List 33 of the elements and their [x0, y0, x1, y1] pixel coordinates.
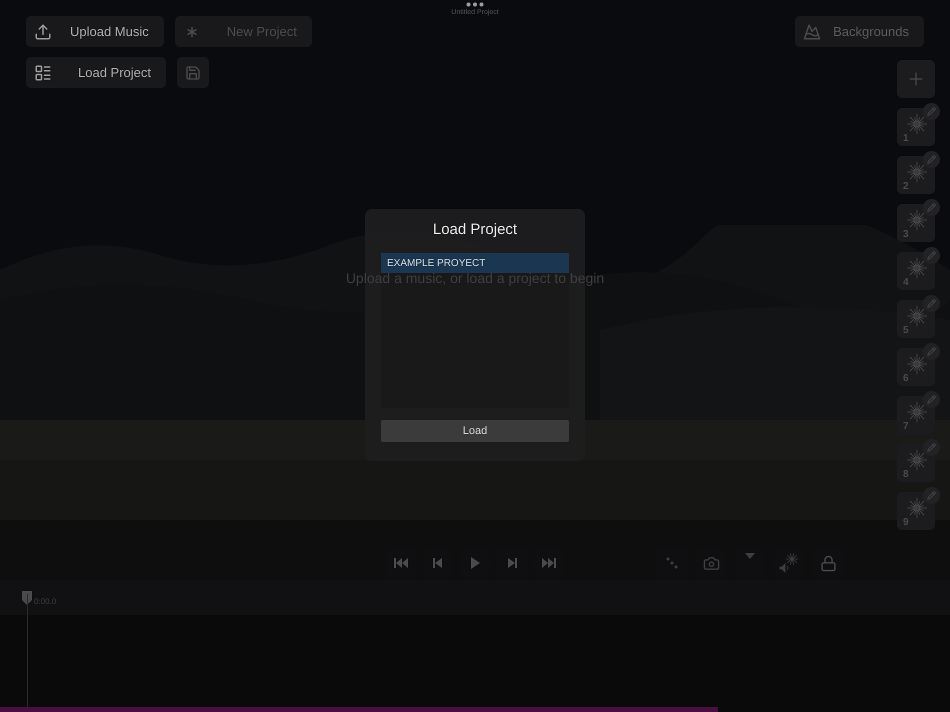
more-icon[interactable] [466, 2, 484, 7]
pencil-icon [927, 347, 936, 356]
add-preset-button[interactable] [897, 60, 935, 98]
audio-starburst-icon [778, 552, 800, 574]
load-button[interactable]: Load [381, 420, 569, 442]
mountain-icon [803, 22, 822, 40]
edit-button[interactable] [923, 151, 940, 168]
edit-button[interactable] [923, 199, 940, 216]
pencil-icon [927, 203, 936, 212]
edit-button[interactable] [923, 247, 940, 264]
dotted-line-icon [666, 557, 678, 569]
skip-to-start-icon [392, 555, 410, 571]
save-icon [185, 64, 201, 80]
camera-icon [702, 554, 720, 572]
lock-icon [820, 554, 836, 572]
toolbar-button[interactable]: Load Project [26, 57, 166, 88]
pencil-icon [927, 491, 936, 500]
project-item[interactable]: EXAMPLE PROYECT [381, 253, 569, 273]
pencil-icon [927, 395, 936, 404]
pencil-icon [927, 155, 936, 164]
caret-icon [745, 553, 755, 559]
pencil-icon [927, 251, 936, 260]
upload-icon [34, 22, 52, 40]
skip-to-end-icon [540, 555, 558, 571]
pencil-icon [927, 299, 936, 308]
edit-button[interactable] [923, 103, 940, 120]
dialog-title: Load Project [432, 221, 518, 238]
pencil-icon [927, 443, 936, 452]
playhead-icon [22, 590, 32, 604]
toolbar-button[interactable]: Upload Music [26, 16, 164, 47]
list-icon [34, 64, 52, 82]
pencil-icon [927, 107, 936, 116]
backgrounds-button[interactable]: Backgrounds [795, 16, 924, 47]
